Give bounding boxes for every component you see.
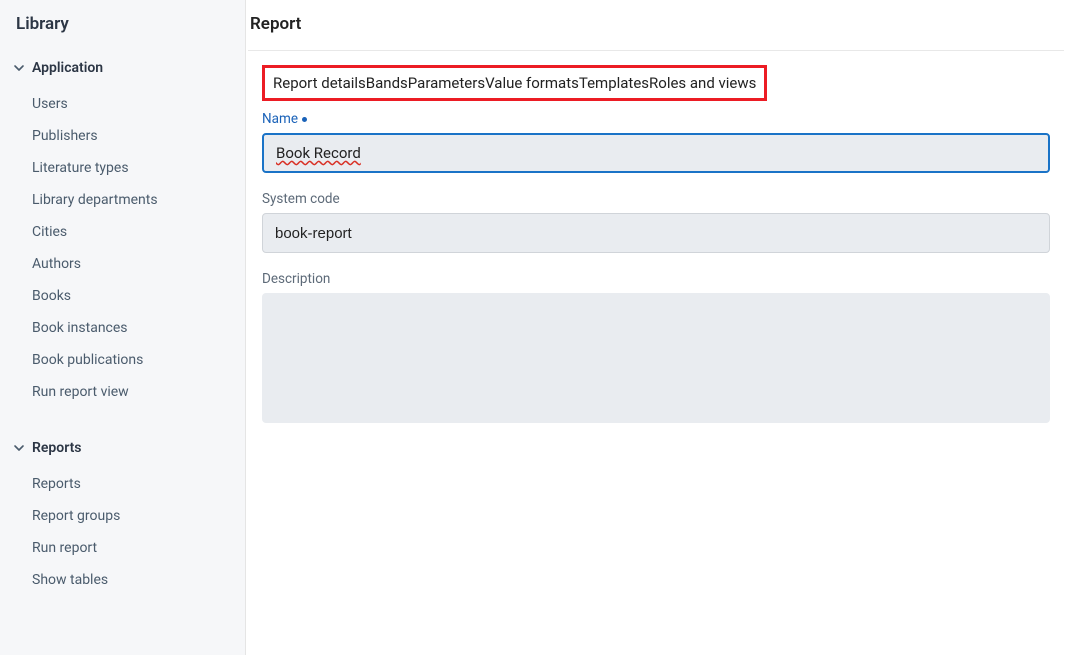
sidebar-item-show-tables[interactable]: Show tables [0,564,245,596]
tab-templates[interactable]: Templates [579,74,649,92]
sidebar-item-reports[interactable]: Reports [0,468,245,500]
sidebar-item-authors[interactable]: Authors [0,248,245,280]
tab-report-details[interactable]: Report details [273,74,366,92]
sidebar-item-report-groups[interactable]: Report groups [0,500,245,532]
sidebar-items-reports: Reports Report groups Run report Show ta… [0,464,245,620]
main: Report Report detailsBandsParametersValu… [246,0,1078,655]
sidebar: Library Application Users Publishers Lit… [0,0,246,655]
name-input-value: Book Record [276,144,361,162]
content: Report detailsBandsParametersValue forma… [248,65,1064,427]
chevron-down-icon [12,61,26,75]
sidebar-item-book-instances[interactable]: Book instances [0,312,245,344]
sidebar-item-publishers[interactable]: Publishers [0,120,245,152]
required-indicator-icon [302,117,307,122]
description-textarea[interactable] [262,293,1050,423]
tab-roles-and-views[interactable]: Roles and views [649,74,756,92]
field-label-description: Description [262,271,1050,287]
sidebar-title: Library [0,14,245,52]
label-text: Name [262,111,298,127]
chevron-down-icon [12,441,26,455]
field-system-code: System code [262,191,1050,253]
field-description: Description [262,271,1050,427]
section-header-reports[interactable]: Reports [0,432,245,464]
tab-bands[interactable]: Bands [366,74,408,92]
section-label: Application [32,60,103,76]
sidebar-item-users[interactable]: Users [0,88,245,120]
sidebar-item-books[interactable]: Books [0,280,245,312]
section-header-application[interactable]: Application [0,52,245,84]
field-name: Name Book Record [262,111,1050,173]
name-input[interactable]: Book Record [262,133,1050,173]
sidebar-item-literature-types[interactable]: Literature types [0,152,245,184]
sidebar-item-library-departments[interactable]: Library departments [0,184,245,216]
tab-value-formats[interactable]: Value formats [485,74,579,92]
tabs-highlight-box: Report detailsBandsParametersValue forma… [262,65,767,101]
page-title: Report [248,14,1064,51]
field-label-name: Name [262,111,1050,127]
tab-parameters[interactable]: Parameters [408,74,485,92]
sidebar-item-run-report-view[interactable]: Run report view [0,376,245,408]
sidebar-item-cities[interactable]: Cities [0,216,245,248]
field-label-system-code: System code [262,191,1050,207]
sidebar-item-run-report[interactable]: Run report [0,532,245,564]
sidebar-items-application: Users Publishers Literature types Librar… [0,84,245,432]
sidebar-item-book-publications[interactable]: Book publications [0,344,245,376]
section-label: Reports [32,440,82,456]
system-code-input[interactable] [262,213,1050,253]
